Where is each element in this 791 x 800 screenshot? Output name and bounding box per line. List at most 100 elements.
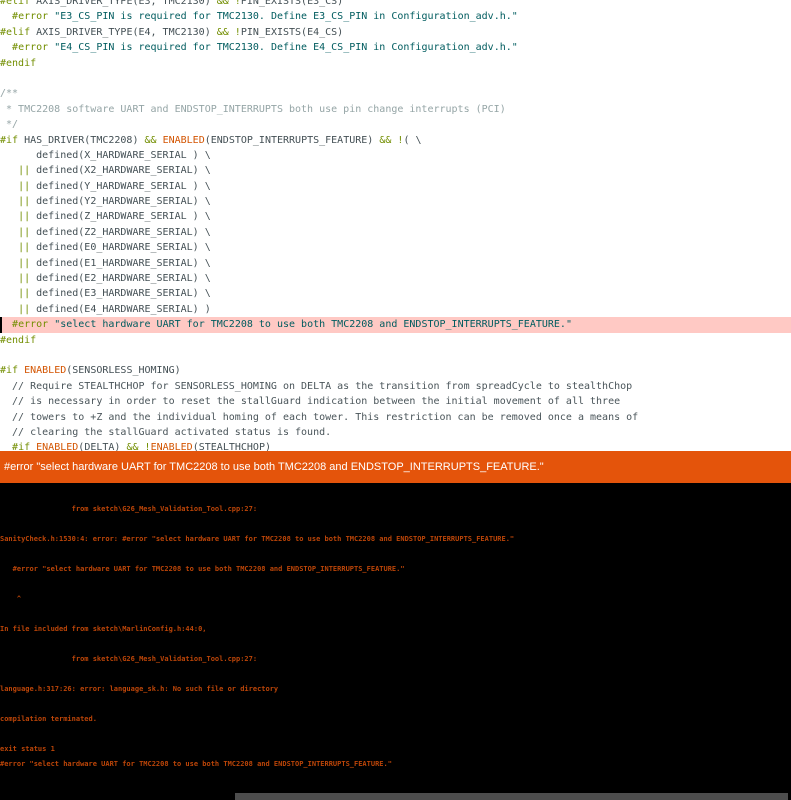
console-line: #error "select hardware UART for TMC2208… [0, 757, 791, 772]
code-token-comment: /** [0, 88, 18, 99]
code-token-directive: && [145, 135, 157, 146]
code-line[interactable]: /** [0, 86, 791, 101]
code-token-linecomment: // Require STEALTHCHOP for SENSORLESS_HO… [0, 381, 632, 392]
code-line[interactable]: || defined(Z_HARDWARE_SERIAL ) \ [0, 209, 791, 224]
console-line [0, 727, 791, 742]
code-token-plain: AXIS_DRIVER_TYPE(E4, TMC2130) [30, 27, 217, 38]
code-token-directive: #error [12, 42, 48, 53]
code-token-directive: || [18, 181, 30, 192]
code-token-directive: && ! [379, 135, 403, 146]
console-line: language.h:317:26: error: language_sk.h:… [0, 682, 791, 697]
code-token-plain: defined(X2_HARDWARE_SERIAL) \ [30, 165, 211, 176]
code-line[interactable]: || defined(E3_HARDWARE_SERIAL) \ [0, 286, 791, 301]
code-token-plain: AXIS_DRIVER_TYPE(E3, TMC2130) [30, 0, 217, 7]
code-token-linecomment: // is necessary in order to reset the st… [0, 396, 620, 407]
code-line[interactable]: || defined(X2_HARDWARE_SERIAL) \ [0, 163, 791, 178]
code-line[interactable]: // clearing the stallGuard activated sta… [0, 425, 791, 440]
code-line[interactable]: || defined(Z2_HARDWARE_SERIAL) \ [0, 225, 791, 240]
code-line[interactable]: #endif [0, 56, 791, 71]
code-editor[interactable]: #elif AXIS_DRIVER_TYPE(E3, TMC2130) && !… [0, 0, 791, 451]
code-line[interactable]: defined(X_HARDWARE_SERIAL ) \ [0, 148, 791, 163]
code-token-plain: (DELTA) [78, 442, 126, 451]
code-token-plain: (SENSORLESS_HOMING) [66, 365, 180, 376]
code-token-plain [0, 165, 18, 176]
code-token-plain [0, 181, 18, 192]
code-line-error-highlighted[interactable]: #error "select hardware UART for TMC2208… [0, 317, 791, 332]
code-line[interactable]: #error "E4_CS_PIN is required for TMC213… [0, 40, 791, 55]
error-status-bar: #error "select hardware UART for TMC2208… [0, 451, 791, 483]
console-line: from sketch\G26_Mesh_Validation_Tool.cpp… [0, 502, 791, 517]
code-token-plain: defined(Z2_HARDWARE_SERIAL) \ [30, 227, 211, 238]
code-token-directive: || [18, 258, 30, 269]
console-line: from sketch\G26_Mesh_Validation_Tool.cpp… [0, 652, 791, 667]
code-token-directive: && ! [217, 0, 241, 7]
code-line[interactable] [0, 348, 791, 363]
console-line [0, 697, 791, 712]
code-token-directive: || [18, 165, 30, 176]
code-line[interactable]: */ [0, 117, 791, 132]
code-token-plain: PIN_EXISTS(E3_CS) [241, 0, 343, 7]
code-line[interactable]: * TMC2208 software UART and ENDSTOP_INTE… [0, 102, 791, 117]
code-token-directive: || [18, 242, 30, 253]
code-line[interactable]: #if HAS_DRIVER(TMC2208) && ENABLED(ENDST… [0, 133, 791, 148]
code-token-plain: (ENDSTOP_INTERRUPTS_FEATURE) [205, 135, 380, 146]
code-line[interactable]: // is necessary in order to reset the st… [0, 394, 791, 409]
code-token-directive: || [18, 227, 30, 238]
code-token-directive: #if [0, 135, 18, 146]
console-line: exit status 1 [0, 742, 791, 757]
code-token-plain [0, 11, 12, 22]
code-line[interactable]: || defined(E4_HARDWARE_SERIAL) ) [0, 302, 791, 317]
code-token-plain [0, 211, 18, 222]
code-token-linecomment: // clearing the stallGuard activated sta… [0, 427, 331, 438]
code-lines: #elif AXIS_DRIVER_TYPE(E3, TMC2130) && !… [0, 0, 791, 451]
code-token-plain [0, 42, 12, 53]
code-line[interactable]: #error "E3_CS_PIN is required for TMC213… [0, 9, 791, 24]
code-line[interactable]: || defined(E1_HARDWARE_SERIAL) \ [0, 256, 791, 271]
code-token-directive: #endif [0, 335, 36, 346]
console-output[interactable]: from sketch\G26_Mesh_Validation_Tool.cpp… [0, 483, 791, 800]
code-token-plain: defined(E0_HARDWARE_SERIAL) \ [30, 242, 211, 253]
code-line[interactable]: // Require STEALTHCHOP for SENSORLESS_HO… [0, 379, 791, 394]
code-token-comment: * TMC2208 software UART and ENDSTOP_INTE… [0, 104, 506, 115]
code-token-plain: defined(E2_HARDWARE_SERIAL) \ [30, 273, 211, 284]
text-cursor [0, 317, 2, 332]
code-line[interactable]: #endif [0, 333, 791, 348]
code-line[interactable]: #elif AXIS_DRIVER_TYPE(E4, TMC2130) && !… [0, 25, 791, 40]
console-lines: from sketch\G26_Mesh_Validation_Tool.cpp… [0, 487, 791, 772]
error-status-text: #error "select hardware UART for TMC2208… [4, 461, 544, 473]
code-token-plain [0, 304, 18, 315]
horizontal-scrollbar[interactable] [235, 793, 788, 800]
code-token-directive: #if [0, 365, 18, 376]
code-token-string: "E4_CS_PIN is required for TMC2130. Defi… [54, 42, 518, 53]
code-token-plain: (STEALTHCHOP) [193, 442, 271, 451]
code-token-keyword: ENABLED [151, 442, 193, 451]
console-line: compilation terminated. [0, 712, 791, 727]
console-line: In file included from sketch\MarlinConfi… [0, 622, 791, 637]
code-token-keyword: ENABLED [163, 135, 205, 146]
code-token-plain: defined(Y_HARDWARE_SERIAL ) \ [30, 181, 211, 192]
code-token-keyword: ENABLED [24, 365, 66, 376]
code-line[interactable]: #elif AXIS_DRIVER_TYPE(E3, TMC2130) && !… [0, 0, 791, 9]
code-line[interactable]: || defined(E2_HARDWARE_SERIAL) \ [0, 271, 791, 286]
code-token-plain: PIN_EXISTS(E4_CS) [241, 27, 343, 38]
code-token-plain [0, 196, 18, 207]
code-line[interactable]: #if ENABLED(SENSORLESS_HOMING) [0, 363, 791, 378]
code-token-keyword: ENABLED [36, 442, 78, 451]
console-line [0, 517, 791, 532]
code-token-plain: defined(E4_HARDWARE_SERIAL) ) [30, 304, 211, 315]
code-line[interactable]: || defined(E0_HARDWARE_SERIAL) \ [0, 240, 791, 255]
code-line[interactable]: // towers to +Z and the individual homin… [0, 410, 791, 425]
code-token-directive: #elif [0, 27, 30, 38]
console-line: SanityCheck.h:1530:4: error: #error "sel… [0, 532, 791, 547]
code-line[interactable]: #if ENABLED(DELTA) && !ENABLED(STEALTHCH… [0, 440, 791, 451]
code-line[interactable]: || defined(Y_HARDWARE_SERIAL ) \ [0, 179, 791, 194]
code-token-plain: defined(E3_HARDWARE_SERIAL) \ [30, 288, 211, 299]
code-token-string: "E3_CS_PIN is required for TMC2130. Defi… [54, 11, 518, 22]
code-line[interactable] [0, 71, 791, 86]
console-line [0, 487, 791, 502]
code-token-directive: #if [12, 442, 30, 451]
code-token-plain: defined(E1_HARDWARE_SERIAL) \ [30, 258, 211, 269]
code-line[interactable]: || defined(Y2_HARDWARE_SERIAL) \ [0, 194, 791, 209]
code-token-plain [0, 258, 18, 269]
console-line [0, 637, 791, 652]
